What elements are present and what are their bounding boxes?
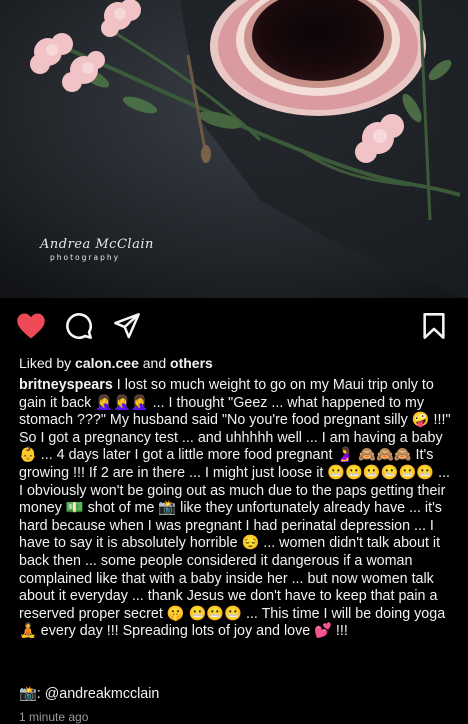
caption-text: I lost so much weight to go on my Maui t…	[19, 377, 455, 640]
save-button[interactable]	[419, 311, 449, 341]
likes-summary: Liked by calon.cee and others	[19, 355, 213, 371]
comment-icon	[66, 313, 92, 339]
post-timestamp: 1 minute ago	[19, 710, 89, 724]
watermark-name: Andrea McClain	[40, 237, 154, 252]
post-caption: britneyspears I lost so much weight to g…	[19, 377, 455, 641]
post-photo[interactable]: Andrea McClain photography	[0, 0, 468, 298]
likes-prefix: Liked by	[19, 355, 76, 371]
comment-button[interactable]	[64, 311, 94, 341]
send-icon	[114, 313, 140, 339]
likes-others-link[interactable]: others	[170, 355, 213, 371]
likes-middle: and	[138, 355, 171, 371]
liker-username[interactable]: calon.cee	[75, 355, 139, 371]
caption-username[interactable]: britneyspears	[19, 377, 113, 393]
watermark-subtitle: photography	[50, 253, 121, 262]
heart-filled-icon	[17, 313, 45, 339]
photographer-watermark: Andrea McClain photography	[40, 237, 154, 262]
photo-credit[interactable]: 📸: @andreakmcclain	[19, 686, 159, 702]
bookmark-icon	[423, 313, 445, 339]
action-bar	[0, 298, 468, 354]
share-button[interactable]	[112, 311, 142, 341]
like-button[interactable]	[16, 311, 46, 341]
